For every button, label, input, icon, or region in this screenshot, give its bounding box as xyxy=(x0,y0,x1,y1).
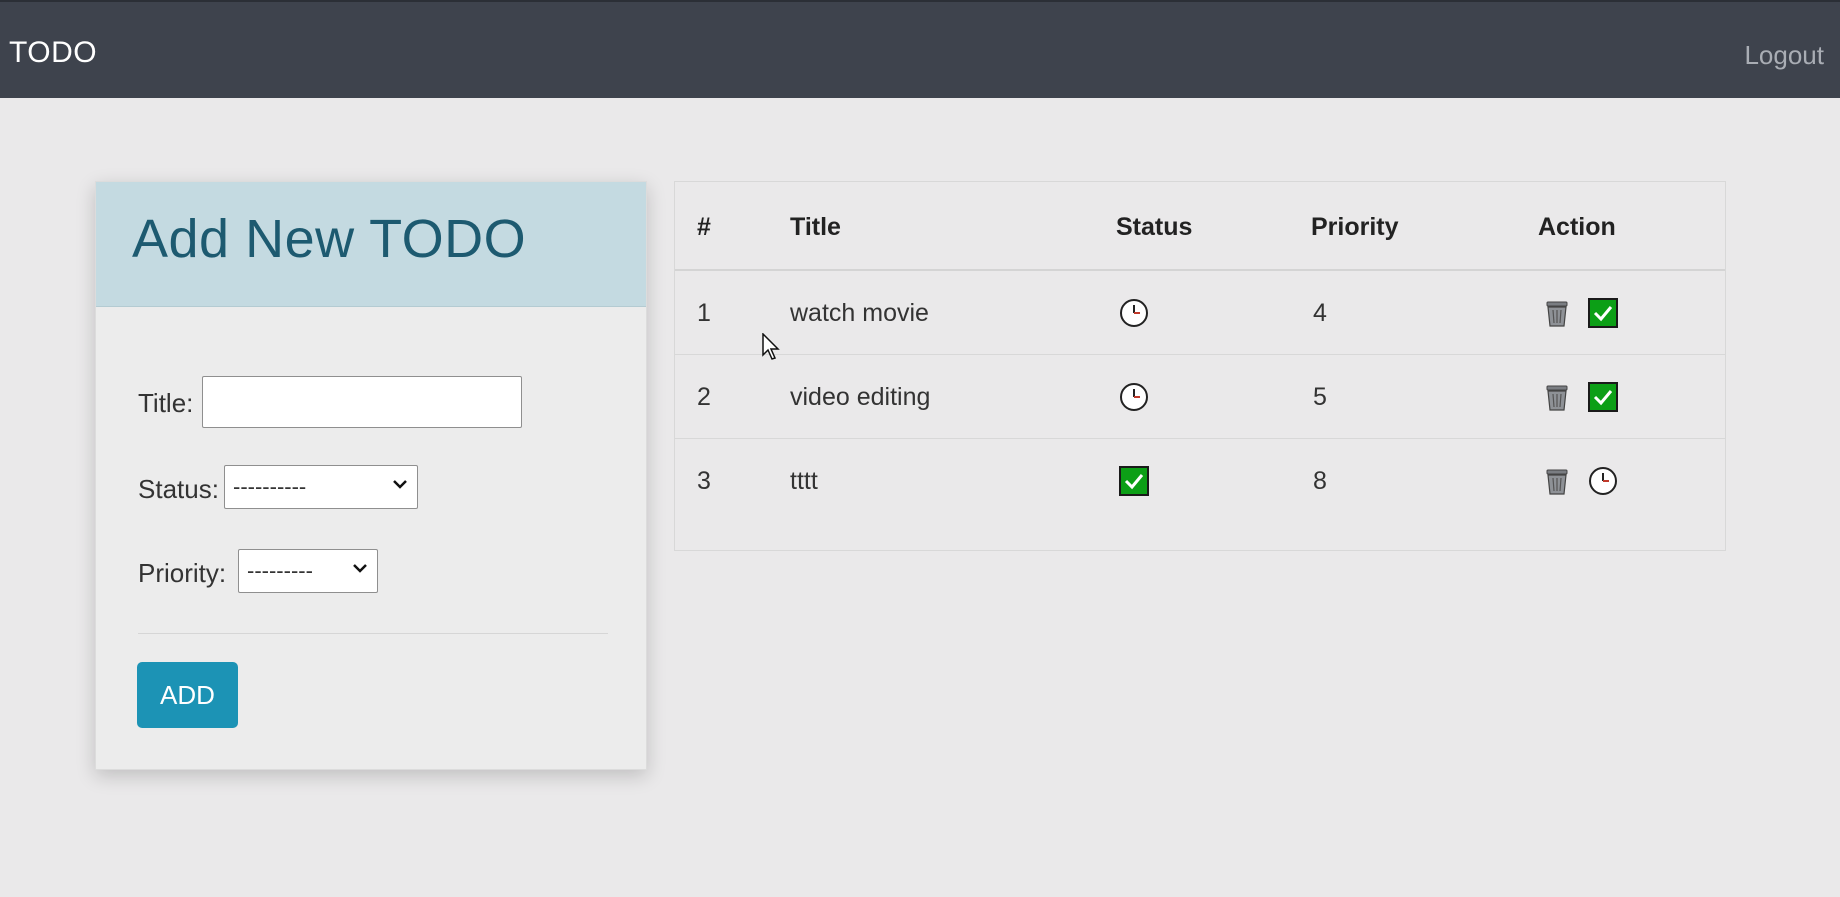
row-status xyxy=(1118,297,1150,329)
table-row: 2 video editing 5 xyxy=(675,355,1725,439)
row-number: 3 xyxy=(697,467,711,495)
logout-link[interactable]: Logout xyxy=(1744,40,1824,71)
row-status xyxy=(1118,465,1150,497)
title-label: Title: xyxy=(138,388,194,418)
mouse-cursor-icon xyxy=(762,333,780,360)
todo-table: # Title Status Priority Action 1 watch m… xyxy=(674,181,1726,551)
trash-icon[interactable] xyxy=(1541,381,1573,413)
chevron-down-icon xyxy=(353,564,367,573)
row-title: video editing xyxy=(790,383,931,411)
row-priority: 5 xyxy=(1313,383,1327,411)
table-row: 3 tttt 8 xyxy=(675,439,1725,523)
row-title: tttt xyxy=(790,467,818,495)
row-number: 1 xyxy=(697,299,711,327)
header-status: Status xyxy=(1116,213,1193,241)
form-divider xyxy=(138,633,608,634)
header-title: Title xyxy=(790,213,841,241)
row-priority: 8 xyxy=(1313,467,1327,495)
trash-icon[interactable] xyxy=(1541,465,1573,497)
priority-select[interactable]: --------- xyxy=(238,549,378,593)
status-label: Status: xyxy=(138,474,219,504)
trash-icon[interactable] xyxy=(1541,297,1573,329)
card-title: Add New TODO xyxy=(132,209,527,269)
header-action: Action xyxy=(1538,213,1616,241)
clock-icon xyxy=(1120,299,1148,327)
brand-link[interactable]: TODO xyxy=(9,36,97,70)
navbar: TODO Logout xyxy=(0,0,1840,98)
add-todo-card: Add New TODO Title: Status: ---------- P… xyxy=(95,181,647,770)
row-title: watch movie xyxy=(790,299,929,327)
row-actions xyxy=(1541,297,1619,329)
row-status xyxy=(1118,381,1150,413)
status-select-value: ---------- xyxy=(233,474,307,499)
header-priority: Priority xyxy=(1311,213,1399,241)
title-input[interactable] xyxy=(202,376,522,428)
priority-select-value: --------- xyxy=(247,558,313,583)
header-number: # xyxy=(697,213,711,241)
table-row: 1 watch movie 4 xyxy=(675,271,1725,355)
card-header: Add New TODO xyxy=(96,182,646,307)
check-icon[interactable] xyxy=(1587,297,1619,329)
clock-icon xyxy=(1120,383,1148,411)
check-icon xyxy=(1119,466,1149,496)
row-actions xyxy=(1541,381,1619,413)
add-button[interactable]: ADD xyxy=(137,662,238,728)
check-icon[interactable] xyxy=(1587,381,1619,413)
status-select[interactable]: ---------- xyxy=(224,465,418,509)
row-priority: 4 xyxy=(1313,299,1327,327)
priority-label: Priority: xyxy=(138,558,227,588)
chevron-down-icon xyxy=(393,480,407,489)
row-number: 2 xyxy=(697,383,711,411)
row-actions xyxy=(1541,465,1619,497)
clock-icon[interactable] xyxy=(1587,465,1619,497)
